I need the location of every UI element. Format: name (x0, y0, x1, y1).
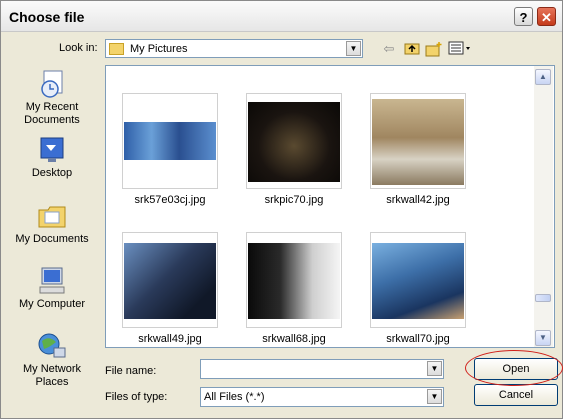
thumbnail-image (372, 99, 464, 185)
close-button[interactable]: ✕ (537, 7, 556, 26)
place-my-computer[interactable]: My Computer (7, 266, 97, 311)
file-name-label[interactable]: srkpic70.jpg (234, 194, 354, 206)
place-label: My Recent (25, 101, 79, 113)
file-thumbnail[interactable] (370, 93, 466, 189)
chevron-down-icon[interactable]: ▼ (427, 361, 442, 376)
file-type-value: All Files (*.*) (204, 391, 265, 403)
place-my-network-places[interactable]: My Network Places (7, 331, 97, 389)
thumbnail-image (248, 102, 340, 182)
thumbnail-image (248, 243, 340, 319)
place-label: My Documents (15, 233, 89, 245)
back-arrow-icon[interactable]: ⇦ (381, 41, 397, 57)
place-label: My Computer (18, 298, 86, 310)
thumbnail-image (124, 122, 216, 160)
place-label: My Network (22, 363, 82, 375)
file-thumbnail[interactable] (370, 232, 466, 328)
recent-documents-icon (41, 70, 63, 98)
file-name-field[interactable]: ▼ (200, 359, 444, 379)
views-menu-icon[interactable] (448, 41, 472, 57)
dialog-title: Choose file (9, 9, 85, 25)
look-in-label: Look in: (59, 42, 98, 54)
choose-file-dialog: Choose file ? ✕ Look in: My Pictures ▼ ⇦… (0, 0, 563, 419)
file-name-label[interactable]: srkwall68.jpg (234, 333, 354, 345)
cancel-button[interactable]: Cancel (474, 384, 558, 406)
title-bar[interactable]: Choose file ? ✕ (1, 1, 562, 32)
place-label: Places (35, 376, 69, 388)
file-name-label[interactable]: srkwall70.jpg (358, 333, 478, 345)
annotation-circle (465, 350, 563, 386)
file-thumbnail[interactable] (122, 93, 218, 189)
chevron-down-icon[interactable]: ▼ (346, 41, 361, 56)
scroll-thumb[interactable] (535, 294, 551, 302)
file-list-view: srk57e03cj.jpg srkpic70.jpg srkwall42.jp… (105, 65, 555, 348)
place-label: Desktop (31, 167, 73, 179)
scroll-up-button[interactable]: ▲ (535, 69, 551, 85)
file-thumbnail[interactable] (246, 232, 342, 328)
file-name-label[interactable]: srkwall49.jpg (110, 333, 230, 345)
up-folder-icon[interactable] (403, 41, 421, 57)
file-thumbnail[interactable] (246, 93, 342, 189)
scroll-down-button[interactable]: ▼ (535, 330, 551, 346)
vertical-scrollbar[interactable]: ▲ ▼ (534, 66, 553, 347)
new-folder-icon[interactable] (425, 41, 443, 57)
my-computer-icon (39, 267, 65, 294)
place-my-documents[interactable]: My Documents (7, 201, 97, 246)
file-name-label[interactable]: srk57e03cj.jpg (110, 194, 230, 206)
my-documents-icon (38, 206, 66, 228)
thumbnail-image (124, 243, 216, 319)
file-type-label: Files of type: (105, 391, 168, 403)
file-name-label: File name: (105, 365, 157, 377)
file-type-dropdown[interactable]: All Files (*.*) ▼ (200, 387, 444, 407)
network-places-icon (38, 333, 66, 358)
chevron-down-icon[interactable]: ▼ (427, 389, 442, 404)
file-thumbnail[interactable] (122, 232, 218, 328)
place-desktop[interactable]: Desktop (7, 135, 97, 180)
desktop-icon (40, 137, 64, 162)
look-in-dropdown[interactable]: My Pictures ▼ (105, 39, 363, 58)
places-bar: My Recent Documents Desktop My Documents (7, 65, 97, 395)
place-my-recent-documents[interactable]: My Recent Documents (7, 69, 97, 127)
help-button[interactable]: ? (514, 7, 533, 26)
folder-icon (109, 43, 124, 55)
thumbnail-image (372, 243, 464, 319)
place-label: Documents (24, 114, 80, 126)
file-name-label[interactable]: srkwall42.jpg (358, 194, 478, 206)
look-in-value: My Pictures (130, 43, 188, 55)
